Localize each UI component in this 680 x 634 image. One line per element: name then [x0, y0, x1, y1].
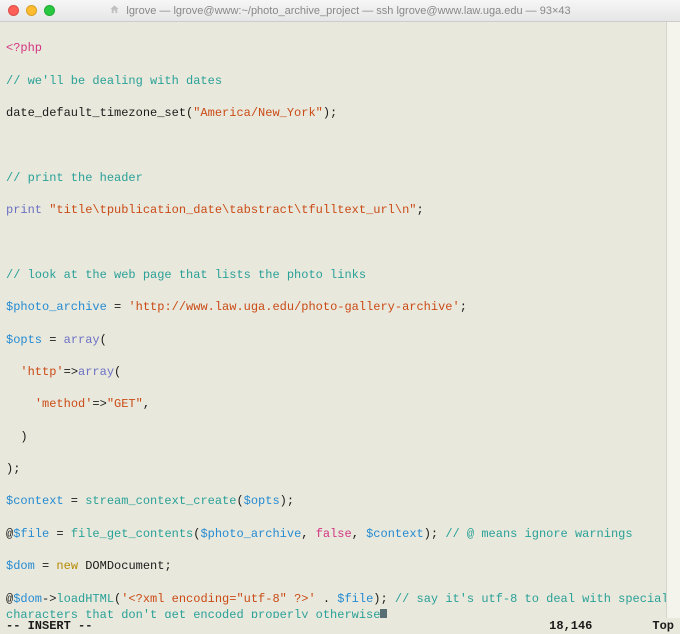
vim-mode: -- INSERT --	[6, 619, 92, 633]
cursor	[380, 609, 387, 618]
php-open-tag: <?php	[6, 41, 42, 55]
scrollbar[interactable]	[666, 22, 680, 634]
print-keyword: print	[6, 203, 42, 217]
code-editor[interactable]: <?php // we'll be dealing with dates dat…	[0, 22, 680, 618]
vim-status-bar: -- INSERT -- 18,146 Top	[0, 618, 680, 634]
window-titlebar: lgrove — lgrove@www:~/photo_archive_proj…	[0, 0, 680, 22]
comment: // print the header	[6, 171, 143, 185]
variable: $photo_archive	[6, 300, 107, 314]
close-icon[interactable]	[8, 5, 19, 16]
comment: // we'll be dealing with dates	[6, 74, 222, 88]
func-call: date_default_timezone_set	[6, 106, 186, 120]
scroll-position: Top	[652, 619, 674, 633]
traffic-lights	[8, 5, 55, 16]
comment: // look at the web page that lists the p…	[6, 268, 366, 282]
zoom-icon[interactable]	[44, 5, 55, 16]
home-icon	[109, 4, 120, 18]
cursor-position: 18,146	[549, 619, 652, 633]
minimize-icon[interactable]	[26, 5, 37, 16]
window-title: lgrove — lgrove@www:~/photo_archive_proj…	[126, 5, 570, 17]
